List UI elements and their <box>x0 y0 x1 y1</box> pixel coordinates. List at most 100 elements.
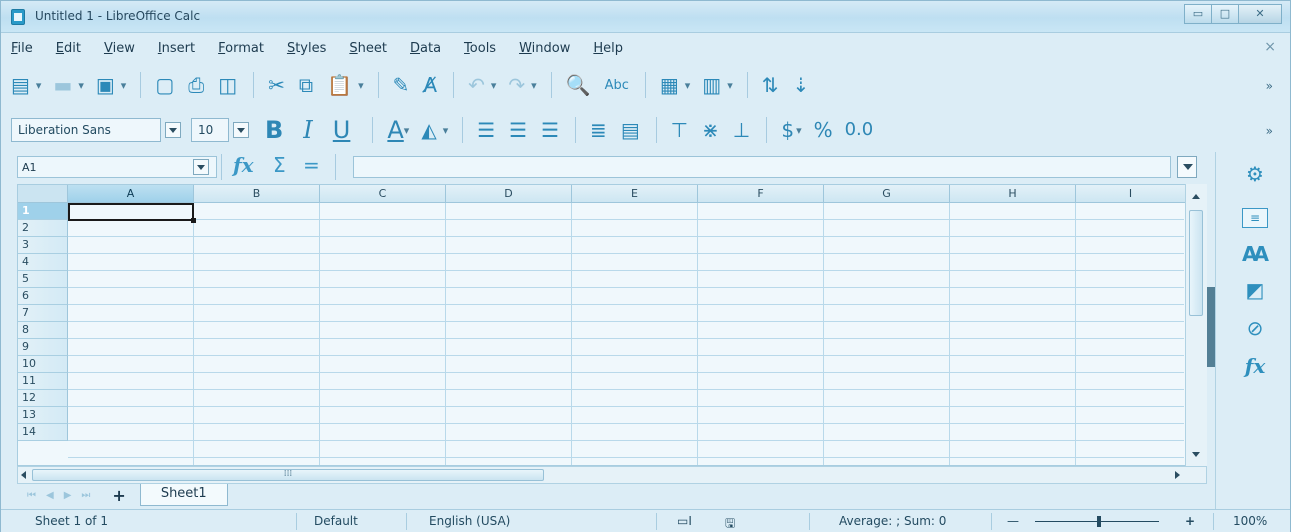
select-all-corner[interactable] <box>18 185 68 203</box>
add-sheet-button[interactable]: + <box>112 486 125 505</box>
sheet-tab[interactable]: Sheet1 <box>139 484 228 506</box>
menu-styles[interactable]: Styles <box>287 41 326 56</box>
currency-button[interactable]: $ <box>781 120 794 140</box>
name-box-dropdown-icon[interactable] <box>193 159 209 175</box>
language[interactable]: English (USA) <box>429 514 510 528</box>
toolbar-overflow-icon[interactable]: » <box>1266 79 1273 93</box>
undo-icon[interactable]: ↶ <box>468 75 485 95</box>
background-color-dropdown-icon[interactable]: ▾ <box>443 125 449 136</box>
menu-window[interactable]: Window <box>519 41 570 56</box>
last-sheet-icon[interactable]: ⏭ <box>81 490 90 501</box>
column-header[interactable]: C <box>320 185 446 203</box>
sort-icon[interactable]: ⇅ <box>762 75 779 95</box>
row-icon[interactable]: ▦ <box>660 75 679 95</box>
sidebar-collapse-handle[interactable] <box>1207 287 1215 367</box>
column-icon[interactable]: ▥ <box>702 75 721 95</box>
open-dropdown-icon[interactable]: ▾ <box>78 80 84 91</box>
vertical-scroll-thumb[interactable] <box>1189 210 1203 316</box>
previous-sheet-icon[interactable]: ◀ <box>46 490 54 501</box>
zoom-out-button[interactable]: — <box>1007 514 1019 528</box>
navigator-icon[interactable]: ⊘ <box>1242 318 1268 338</box>
horizontal-scrollbar[interactable]: ⁞⁞⁞ <box>17 466 1207 484</box>
row-header[interactable]: 5 <box>18 271 68 288</box>
column-header[interactable]: G <box>824 185 950 203</box>
row-header[interactable]: 8 <box>18 322 68 339</box>
cell-area[interactable] <box>68 203 1184 465</box>
export-pdf-icon[interactable]: ▢ <box>155 75 174 95</box>
percent-button[interactable]: % <box>814 120 833 140</box>
row-header[interactable]: 14 <box>18 424 68 441</box>
maximize-button[interactable]: □ <box>1211 4 1239 24</box>
bold-button[interactable]: B <box>265 118 283 142</box>
horizontal-scroll-thumb[interactable]: ⁞⁞⁞ <box>32 469 544 481</box>
font-name-box[interactable]: Liberation Sans <box>11 118 161 142</box>
redo-dropdown-icon[interactable]: ▾ <box>531 80 537 91</box>
underline-button[interactable]: U <box>333 118 351 142</box>
row-header[interactable]: 9 <box>18 339 68 356</box>
number-format-button[interactable]: 0.0 <box>845 121 874 139</box>
zoom-in-button[interactable]: + <box>1185 514 1195 528</box>
merge-center-icon[interactable]: ▤ <box>621 120 640 140</box>
align-top-icon[interactable]: ⊤ <box>671 120 688 140</box>
column-header[interactable]: D <box>446 185 572 203</box>
menu-tools[interactable]: Tools <box>464 41 496 56</box>
function-wizard-icon[interactable]: fx <box>233 153 254 177</box>
italic-button[interactable]: I <box>303 118 312 142</box>
cut-icon[interactable]: ✂ <box>268 75 285 95</box>
align-left-icon[interactable]: ☰ <box>477 120 495 140</box>
row-header[interactable]: 3 <box>18 237 68 254</box>
column-header[interactable]: B <box>194 185 320 203</box>
row-header[interactable]: 13 <box>18 407 68 424</box>
minimize-button[interactable]: ▭ <box>1184 4 1212 24</box>
font-name-dropdown-icon[interactable] <box>165 122 181 138</box>
row-dropdown-icon[interactable]: ▾ <box>685 80 691 91</box>
formula-icon[interactable]: = <box>303 153 320 177</box>
column-header[interactable]: H <box>950 185 1076 203</box>
selection-mode-icon[interactable]: ▭I <box>677 514 692 528</box>
save-dropdown-icon[interactable]: ▾ <box>121 80 127 91</box>
menu-edit[interactable]: Edit <box>56 41 81 56</box>
background-color-icon[interactable]: ◭ <box>421 120 436 140</box>
row-header[interactable]: 7 <box>18 305 68 322</box>
expand-formula-bar-button[interactable] <box>1177 156 1197 178</box>
row-header[interactable]: 2 <box>18 220 68 237</box>
menu-sheet[interactable]: Sheet <box>349 41 387 56</box>
zoom-level[interactable]: 100% <box>1233 514 1267 528</box>
align-bottom-icon[interactable]: ⊥ <box>733 120 750 140</box>
scroll-left-icon[interactable] <box>21 471 26 479</box>
align-center-icon[interactable]: ☰ <box>509 120 527 140</box>
name-box[interactable]: A1 <box>17 156 217 178</box>
row-header[interactable]: 12 <box>18 390 68 407</box>
vertical-scrollbar[interactable] <box>1185 184 1207 466</box>
row-header[interactable]: 4 <box>18 254 68 271</box>
font-color-button[interactable]: A <box>387 118 403 142</box>
row-header[interactable]: 1 <box>18 203 68 220</box>
center-vertically-icon[interactable]: ⋇ <box>702 120 719 140</box>
sum-icon[interactable]: Σ <box>273 153 286 177</box>
column-dropdown-icon[interactable]: ▾ <box>727 80 733 91</box>
find-replace-icon[interactable]: 🔍 <box>566 75 591 95</box>
font-color-dropdown-icon[interactable]: ▾ <box>404 125 410 136</box>
column-header[interactable]: E <box>572 185 698 203</box>
scroll-down-icon[interactable] <box>1192 452 1200 457</box>
zoom-slider-knob[interactable] <box>1097 516 1101 527</box>
page-style[interactable]: Default <box>314 514 358 528</box>
menu-data[interactable]: Data <box>410 41 441 56</box>
wrap-text-icon[interactable]: ≣ <box>590 120 607 140</box>
redo-icon[interactable]: ↷ <box>508 75 525 95</box>
column-header[interactable]: F <box>698 185 824 203</box>
formula-input[interactable] <box>353 156 1171 178</box>
align-right-icon[interactable]: ☰ <box>541 120 559 140</box>
next-sheet-icon[interactable]: ▶ <box>64 490 72 501</box>
scroll-up-icon[interactable] <box>1192 194 1200 199</box>
close-document-icon[interactable]: × <box>1264 39 1276 55</box>
menu-insert[interactable]: Insert <box>158 41 195 56</box>
styles-icon[interactable]: Ꜳ <box>1242 244 1269 264</box>
currency-dropdown-icon[interactable]: ▾ <box>796 125 802 136</box>
row-header[interactable]: 6 <box>18 288 68 305</box>
paste-icon[interactable]: 📋 <box>327 75 352 95</box>
row-header[interactable]: 10 <box>18 356 68 373</box>
new-dropdown-icon[interactable]: ▾ <box>36 80 42 91</box>
row-header[interactable]: 11 <box>18 373 68 390</box>
toolbar-overflow-icon[interactable]: » <box>1266 124 1273 138</box>
